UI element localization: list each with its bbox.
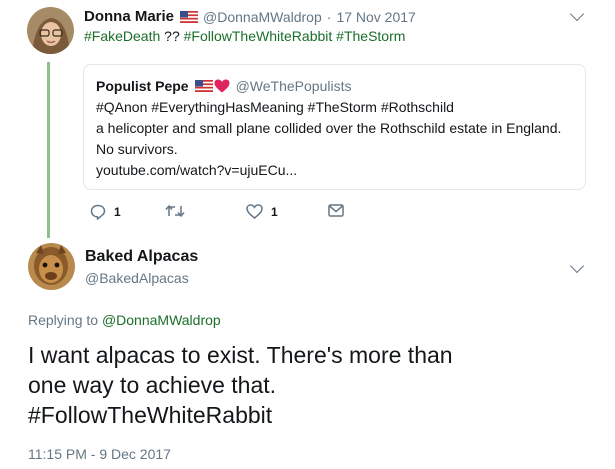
separator-dot: · xyxy=(326,8,332,25)
envelope-icon xyxy=(328,204,344,217)
hashtag-link[interactable]: #FollowTheWhiteRabbit xyxy=(184,28,333,44)
quoted-text-line: a helicopter and small plane collided ov… xyxy=(96,120,562,136)
replying-to-handle[interactable]: @DonnaMWaldrop xyxy=(102,312,221,328)
heart-icon xyxy=(246,204,263,219)
parent-tweet-body: #FakeDeath ?? #FollowTheWhiteRabbit #The… xyxy=(84,28,405,44)
reply-icon xyxy=(90,204,106,220)
retweet-icon xyxy=(165,204,185,218)
replying-to-label: Replying to xyxy=(28,312,99,328)
main-author-name[interactable]: Baked Alpacas xyxy=(85,248,198,266)
quoted-hashtags: #QAnon #EverythingHasMeaning #TheStorm #… xyxy=(96,99,454,115)
main-tweet-timestamp[interactable]: 11:15 PM - 9 Dec 2017 xyxy=(28,446,171,462)
baked-alpacas-avatar[interactable] xyxy=(28,243,75,290)
donna-marie-avatar[interactable] xyxy=(27,7,74,54)
quoted-author-name: Populist Pepe xyxy=(96,78,189,94)
main-tweet-text-line: I want alpacas to exist. There's more th… xyxy=(28,342,453,368)
reply-action[interactable]: 1 xyxy=(90,204,121,220)
quoted-author-handle: @WeThePopulists xyxy=(235,78,352,94)
us-flag-icon xyxy=(180,10,199,23)
hashtag-link[interactable]: #TheStorm xyxy=(336,28,405,44)
like-count: 1 xyxy=(271,204,278,219)
quoted-tweet-header: Populist Pepe @WeThePopulists xyxy=(96,78,351,94)
parent-author-handle[interactable]: @DonnaMWaldrop xyxy=(203,9,322,25)
thread-connector-line xyxy=(47,62,50,238)
us-flag-icon xyxy=(194,80,213,92)
main-tweet-hashtag[interactable]: #FollowTheWhiteRabbit xyxy=(28,400,272,430)
hashtag-link[interactable]: #FakeDeath xyxy=(84,28,160,44)
replying-to: Replying to @DonnaMWaldrop xyxy=(28,312,221,328)
reply-count: 1 xyxy=(114,205,121,219)
parent-tweet-date[interactable]: 17 Nov 2017 xyxy=(336,9,415,25)
like-action[interactable]: 1 xyxy=(246,204,278,219)
parent-author-name[interactable]: Donna Marie xyxy=(84,8,174,25)
parent-tweet-header: Donna Marie @DonnaMWaldrop · 17 Nov 2017 xyxy=(84,8,416,25)
quoted-text-line: No survivors. xyxy=(96,141,178,157)
parent-more-chevron-down-icon[interactable] xyxy=(569,6,585,22)
main-more-chevron-down-icon[interactable] xyxy=(569,258,585,274)
main-author-handle[interactable]: @BakedAlpacas xyxy=(85,270,189,286)
red-heart-icon xyxy=(214,79,230,93)
retweet-action[interactable] xyxy=(165,204,193,218)
main-tweet-text-line: one way to achieve that. xyxy=(28,372,277,398)
direct-message-action[interactable] xyxy=(328,204,344,217)
quoted-link: youtube.com/watch?v=ujuECu... xyxy=(96,162,298,178)
body-text: ?? xyxy=(160,28,184,44)
